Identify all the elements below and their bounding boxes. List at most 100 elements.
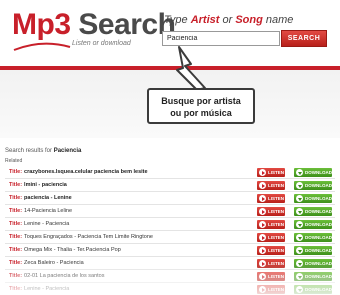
play-icon <box>259 195 266 202</box>
listen-label: LISTEN <box>268 261 285 266</box>
download-label: DOWNLOAD <box>305 196 332 201</box>
result-title: Title: Toques Engraçados - Paciencia Tem … <box>9 234 153 240</box>
result-row: Title: Zeca Baleiro - Paciencia LISTEN DOWN… <box>5 257 335 270</box>
download-label: DOWNLOAD <box>305 235 332 240</box>
result-title: Title: Lenine - Paciencia <box>9 286 69 292</box>
download-icon <box>296 169 303 176</box>
result-row: Title: Lenine - Paciencia LISTEN DOWNLOAD <box>5 218 335 231</box>
song-name[interactable]: Lenine - Paciencia <box>24 286 69 292</box>
download-label: DOWNLOAD <box>305 209 332 214</box>
play-icon <box>259 286 266 293</box>
listen-label: LISTEN <box>268 248 285 253</box>
result-row: Title: paciencia - Lenine LISTEN DOWNLOAD <box>5 192 335 205</box>
listen-label: LISTEN <box>268 170 285 175</box>
result-row: Title: Lenine - Paciencia LISTEN DOWNLOAD <box>5 283 335 295</box>
download-button[interactable]: DOWNLOAD <box>294 246 332 255</box>
download-label: DOWNLOAD <box>305 183 332 188</box>
play-icon <box>259 247 266 254</box>
title-label: Title: <box>9 234 23 240</box>
play-icon <box>259 234 266 241</box>
download-button[interactable]: DOWNLOAD <box>294 168 332 177</box>
song-name[interactable]: 02-01 La paciencia de los santos <box>24 273 104 279</box>
listen-button[interactable]: LISTEN <box>257 181 285 190</box>
title-label: Title: <box>9 286 23 292</box>
song-name[interactable]: Zeca Baleiro - Paciencia <box>24 260 84 266</box>
site-header: Mp3 Search Listen or download Type Artis… <box>0 0 340 66</box>
logo-wordmark: Mp3 Search <box>12 8 176 41</box>
logo-tagline: Listen or download <box>72 40 131 47</box>
download-button[interactable]: DOWNLOAD <box>294 181 332 190</box>
result-title: Title: lmini - paciencia <box>9 182 67 188</box>
result-row: Title: 14-Paciencia Leline LISTEN DOWNLOAD <box>5 205 335 218</box>
song-name[interactable]: Lenine - Paciencia <box>24 221 69 227</box>
song-name[interactable]: paciencia - Lenine <box>24 195 72 201</box>
listen-button[interactable]: LISTEN <box>257 285 285 294</box>
listen-button[interactable]: LISTEN <box>257 207 285 216</box>
result-title: Title: Lenine - Paciencia <box>9 221 69 227</box>
song-name[interactable]: Omega Mix - Thalia - Ter.Paciencia Pop <box>24 247 121 253</box>
related-label: Related <box>5 158 23 164</box>
download-button[interactable]: DOWNLOAD <box>294 220 332 229</box>
download-label: DOWNLOAD <box>305 248 332 253</box>
title-label: Title: <box>9 273 23 279</box>
callout-line-1: Busque por artista <box>161 96 241 106</box>
download-label: DOWNLOAD <box>305 222 332 227</box>
download-button[interactable]: DOWNLOAD <box>294 285 332 294</box>
listen-button[interactable]: LISTEN <box>257 220 285 229</box>
download-label: DOWNLOAD <box>305 287 332 292</box>
listen-label: LISTEN <box>268 274 285 279</box>
download-label: DOWNLOAD <box>305 261 332 266</box>
download-icon <box>296 195 303 202</box>
listen-label: LISTEN <box>268 196 285 201</box>
song-name[interactable]: 14-Paciencia Leline <box>24 208 72 214</box>
play-icon <box>259 169 266 176</box>
download-icon <box>296 234 303 241</box>
download-icon <box>296 221 303 228</box>
download-button[interactable]: DOWNLOAD <box>294 272 332 281</box>
search-prompt: Type Artist or Song name <box>164 14 294 26</box>
listen-button[interactable]: LISTEN <box>257 168 285 177</box>
download-icon <box>296 208 303 215</box>
listen-button[interactable]: LISTEN <box>257 194 285 203</box>
results-heading: Search results for Paciencia <box>5 148 82 154</box>
download-button[interactable]: DOWNLOAD <box>294 194 332 203</box>
song-name[interactable]: Toques Engraçados - Paciencia Tem Limite… <box>24 234 153 240</box>
listen-button[interactable]: LISTEN <box>257 233 285 242</box>
play-icon <box>259 260 266 267</box>
download-button[interactable]: DOWNLOAD <box>294 233 332 242</box>
callout-line-2: ou por música <box>170 108 232 118</box>
title-label: Title: <box>9 195 23 201</box>
download-icon <box>296 247 303 254</box>
listen-button[interactable]: LISTEN <box>257 272 285 281</box>
download-label: DOWNLOAD <box>305 274 332 279</box>
download-icon <box>296 260 303 267</box>
title-label: Title: <box>9 221 23 227</box>
result-row: Title: 02-01 La paciencia de los santos LI… <box>5 270 335 283</box>
song-name[interactable]: crazybones.lsquea.celular paciencia bem … <box>24 169 148 175</box>
result-title: Title: Omega Mix - Thalia - Ter.Paciencia… <box>9 247 121 253</box>
play-icon <box>259 208 266 215</box>
title-label: Title: <box>9 208 23 214</box>
result-title: Title: Zeca Baleiro - Paciencia <box>9 260 84 266</box>
listen-label: LISTEN <box>268 209 285 214</box>
result-title: Title: 14-Paciencia Leline <box>9 208 72 214</box>
song-name[interactable]: lmini - paciencia <box>24 182 67 188</box>
site-logo[interactable]: Mp3 Search Listen or download <box>12 8 176 58</box>
download-icon <box>296 286 303 293</box>
title-label: Title: <box>9 260 23 266</box>
download-button[interactable]: DOWNLOAD <box>294 259 332 268</box>
title-label: Title: <box>9 182 23 188</box>
title-label: Title: <box>9 169 23 175</box>
result-row: Title: Toques Engraçados - Paciencia Tem … <box>5 231 335 244</box>
result-title: Title: 02-01 La paciencia de los santos <box>9 273 104 279</box>
search-button[interactable]: SEARCH <box>281 30 327 47</box>
download-button[interactable]: DOWNLOAD <box>294 207 332 216</box>
listen-label: LISTEN <box>268 235 285 240</box>
download-icon <box>296 273 303 280</box>
results-list: Title: crazybones.lsquea.celular pacienci… <box>5 166 335 295</box>
download-icon <box>296 182 303 189</box>
play-icon <box>259 221 266 228</box>
title-label: Title: <box>9 247 23 253</box>
listen-button[interactable]: LISTEN <box>257 259 285 268</box>
listen-button[interactable]: LISTEN <box>257 246 285 255</box>
